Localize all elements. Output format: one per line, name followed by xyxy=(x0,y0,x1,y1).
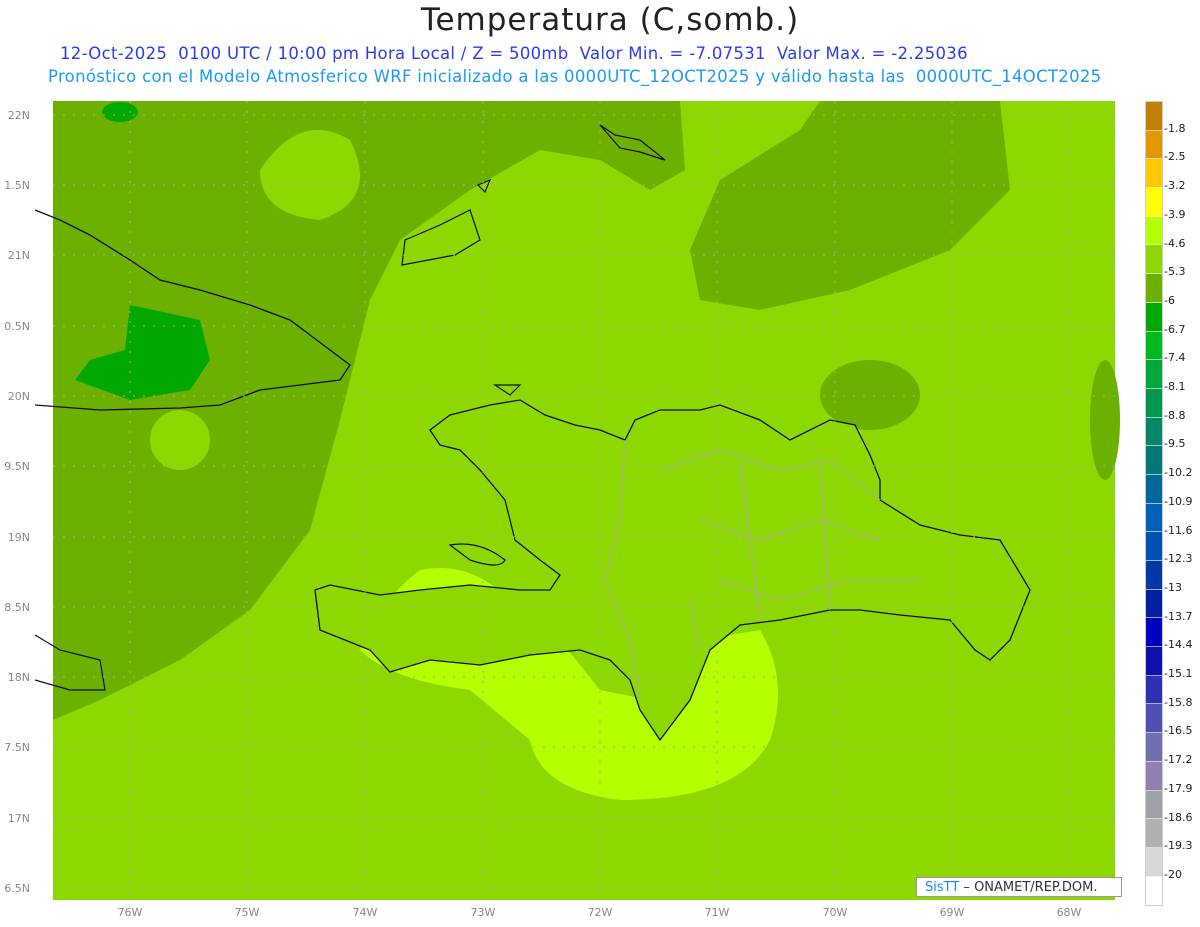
colorbar-label: -10.9 xyxy=(1164,494,1193,508)
y-tick: 6.5N xyxy=(4,882,30,895)
colorbar-swatch xyxy=(1146,847,1162,877)
warm-pocket-w xyxy=(150,410,210,470)
colorbar-label: -17.9 xyxy=(1164,781,1193,795)
colorbar-swatch xyxy=(1146,503,1162,533)
colorbar-label: -11.6 xyxy=(1164,523,1193,537)
colorbar-label: -5.3 xyxy=(1164,265,1186,279)
colorbar-label: -3.9 xyxy=(1164,207,1186,221)
colorbar-swatch xyxy=(1146,130,1162,160)
colorbar-swatch xyxy=(1146,302,1162,332)
logo-brand: SisTT xyxy=(925,880,960,895)
colorbar-label: -15.1 xyxy=(1164,667,1193,680)
colorbar-label: -16.5 xyxy=(1164,724,1193,738)
y-tick: 22N xyxy=(8,109,30,122)
cooler-region-se xyxy=(820,360,920,430)
colorbar-swatch xyxy=(1146,245,1162,275)
x-tick: 70W xyxy=(823,906,848,919)
colorbar-swatch xyxy=(1146,274,1162,303)
colorbar-label: -6 xyxy=(1164,293,1175,307)
colorbar-swatch xyxy=(1146,647,1162,676)
colorbar-label: -19.3 xyxy=(1164,839,1193,853)
logo-text: – ONAMET/REP.DOM. xyxy=(963,880,1098,895)
cooler-region-far-east xyxy=(1090,360,1120,480)
colorbar-label: -4.6 xyxy=(1164,236,1186,250)
x-tick: 68W xyxy=(1057,906,1082,919)
x-tick: 76W xyxy=(118,906,143,919)
colorbar-label: -7.4 xyxy=(1164,351,1186,365)
colorbar-swatch xyxy=(1146,388,1162,418)
y-tick: 1.5N xyxy=(4,179,30,192)
x-tick: 69W xyxy=(940,906,965,919)
colorbar-label: -8.1 xyxy=(1164,380,1186,393)
y-tick: 21N xyxy=(8,249,30,262)
x-tick: 72W xyxy=(588,906,613,919)
y-axis-ticks: 22N 1.5N 21N 0.5N 20N 9.5N 19N 8.5N 18N … xyxy=(4,109,30,895)
colorbar xyxy=(1145,101,1163,907)
colorbar-label: -13.7 xyxy=(1164,609,1193,623)
colorbar-label: -18.6 xyxy=(1164,810,1193,824)
x-tick: 75W xyxy=(235,906,260,919)
y-tick: 0.5N xyxy=(4,320,30,333)
colorbar-swatch xyxy=(1146,589,1162,619)
colorbar-swatch xyxy=(1146,159,1162,189)
colorbar-label: -20 xyxy=(1164,867,1182,881)
colorbar-label: -3.2 xyxy=(1164,179,1186,193)
colorbar-swatch xyxy=(1146,561,1162,590)
colorbar-swatch xyxy=(1146,790,1162,820)
y-tick: 7.5N xyxy=(4,741,30,754)
logo-credit: SisTT – ONAMET/REP.DOM. xyxy=(916,877,1122,897)
temperature-map: 76W 75W 74W 73W 72W 71W 70W 69W 68W 22N … xyxy=(4,101,1120,919)
colorbar-swatch xyxy=(1146,675,1162,705)
colorbar-swatch xyxy=(1146,188,1162,217)
colorbar-swatch xyxy=(1146,532,1162,561)
colorbar-label: -10.2 xyxy=(1164,466,1193,480)
colorbar-swatch xyxy=(1146,761,1162,791)
colorbar-swatch xyxy=(1146,733,1162,762)
colorbar-swatch xyxy=(1146,360,1162,389)
x-tick: 71W xyxy=(705,906,730,919)
cold-spot-top xyxy=(102,102,138,122)
colorbar-swatch xyxy=(1146,819,1162,848)
y-tick: 8.5N xyxy=(4,601,30,614)
colorbar-label: -17.2 xyxy=(1164,753,1193,767)
colorbar-label: -12.3 xyxy=(1164,552,1193,566)
x-tick: 74W xyxy=(353,906,378,919)
colorbar-swatch xyxy=(1146,417,1162,447)
colorbar-swatch xyxy=(1146,216,1162,246)
colorbar-label: -13 xyxy=(1164,580,1182,594)
colorbar-swatch xyxy=(1146,704,1162,734)
colorbar-swatch xyxy=(1146,446,1162,475)
colorbar-swatch xyxy=(1146,876,1162,906)
colorbar-label: -1.8 xyxy=(1164,121,1186,135)
colorbar-swatch xyxy=(1146,102,1162,131)
y-tick: 17N xyxy=(8,812,30,825)
y-tick: 18N xyxy=(8,671,30,684)
colorbar-label: -9.5 xyxy=(1164,437,1186,451)
colorbar-label: -8.8 xyxy=(1164,408,1186,422)
y-tick: 9.5N xyxy=(4,460,30,473)
colorbar-swatch xyxy=(1146,618,1162,648)
colorbar-label: -2.5 xyxy=(1164,150,1186,164)
y-tick: 19N xyxy=(8,531,30,544)
colorbar-label: -14.4 xyxy=(1164,638,1193,652)
colorbar-label: -15.8 xyxy=(1164,695,1193,709)
y-tick: 20N xyxy=(8,390,30,403)
x-axis-ticks: 76W 75W 74W 73W 72W 71W 70W 69W 68W xyxy=(118,906,1082,919)
colorbar-swatch xyxy=(1146,474,1162,504)
colorbar-swatch xyxy=(1146,331,1162,361)
colorbar-label: -6.7 xyxy=(1164,322,1186,336)
x-tick: 73W xyxy=(471,906,496,919)
